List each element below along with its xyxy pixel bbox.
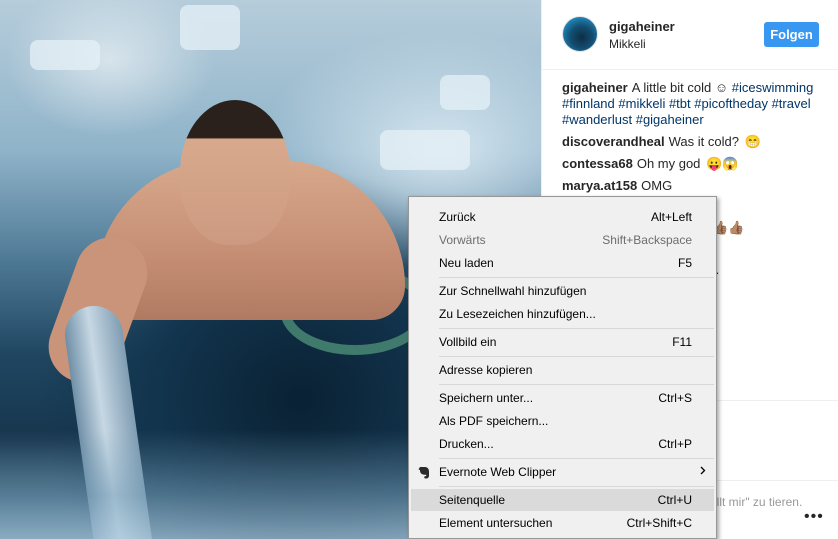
comment-text: OMG (641, 178, 673, 193)
ice-chunk (380, 130, 470, 170)
comment-emoji: 😁 (744, 134, 761, 149)
comments-list: gigaheiner A little bit cold ☺ #iceswimmi… (562, 80, 830, 200)
menu-item-inspect[interactable]: Element untersuchen Ctrl+Shift+C (411, 512, 714, 534)
menu-item-shortcut: Ctrl+Shift+C (626, 516, 692, 530)
menu-item-shortcut: Ctrl+P (658, 437, 692, 451)
menu-item-label: Adresse kopieren (439, 363, 533, 377)
menu-item-label: Evernote Web Clipper (439, 465, 557, 479)
comment-item: discoverandheal Was it cold? 😁 (562, 134, 830, 150)
post-username[interactable]: gigaheiner (609, 19, 675, 34)
ice-chunk (30, 40, 100, 70)
caption: gigaheiner A little bit cold ☺ #iceswimmi… (562, 80, 830, 128)
menu-item-shortcut: Alt+Left (650, 210, 692, 224)
menu-item-print[interactable]: Drucken... Ctrl+P (411, 433, 714, 455)
hashtag[interactable]: #finnland #mikkeli #tbt #picoftheday #tr… (562, 96, 811, 111)
menu-item-forward[interactable]: Vorwärts Shift+Backspace (411, 229, 714, 251)
post-header: gigaheiner Mikkeli Folgen (542, 0, 838, 70)
menu-item-shortcut: Ctrl+S (658, 391, 692, 405)
menu-item-fullscreen[interactable]: Vollbild ein F11 (411, 331, 714, 353)
menu-item-shortcut: Ctrl+U (657, 493, 692, 507)
hashtag[interactable]: #wanderlust #gigaheiner (562, 112, 704, 127)
comment-text: Oh my god (636, 156, 701, 171)
comment-username[interactable]: marya.at158 (562, 178, 637, 193)
comment-username[interactable]: contessa68 (562, 156, 633, 171)
comment-username[interactable]: discoverandheal (562, 134, 665, 149)
menu-separator (439, 328, 714, 329)
menu-item-label: Zur Schnellwahl hinzufügen (439, 284, 587, 298)
hashtag[interactable]: #iceswimming (732, 80, 814, 95)
menu-item-back[interactable]: Zurück Alt+Left (411, 206, 714, 228)
evernote-elephant-icon (417, 465, 431, 479)
menu-item-label: Zurück (439, 210, 476, 224)
menu-item-label: Element untersuchen (439, 516, 553, 530)
post-location[interactable]: Mikkeli (609, 37, 646, 51)
ice-chunk (440, 75, 490, 110)
menu-item-label: Speichern unter... (439, 391, 534, 405)
menu-item-shortcut: F11 (672, 335, 692, 349)
menu-item-shortcut: Shift+Backspace (602, 233, 692, 247)
menu-item-label: Drucken... (439, 437, 494, 451)
comment-item: marya.at158 OMG (562, 178, 830, 194)
menu-item-copy-address[interactable]: Adresse kopieren (411, 359, 714, 381)
swimmer-head (180, 100, 290, 245)
caption-username[interactable]: gigaheiner (562, 80, 628, 95)
menu-item-label: Vollbild ein (439, 335, 497, 349)
menu-separator (439, 277, 714, 278)
menu-item-add-speed-dial[interactable]: Zur Schnellwahl hinzufügen (411, 280, 714, 302)
menu-separator (439, 384, 714, 385)
menu-separator (439, 458, 714, 459)
submenu-arrow-icon (700, 466, 706, 478)
menu-item-label: Seitenquelle (439, 493, 506, 507)
likes-hint-text: ällt mir" zu tieren. (710, 495, 803, 509)
menu-item-add-bookmark[interactable]: Zu Lesezeichen hinzufügen... (411, 303, 714, 325)
menu-item-save-pdf[interactable]: Als PDF speichern... (411, 410, 714, 432)
menu-item-label: Als PDF speichern... (439, 414, 549, 428)
menu-separator (439, 356, 714, 357)
menu-item-shortcut: F5 (677, 256, 692, 270)
more-options-icon[interactable]: ••• (804, 508, 824, 526)
menu-separator (439, 486, 714, 487)
comment-text: Was it cold? (668, 134, 739, 149)
menu-item-reload[interactable]: Neu laden F5 (411, 252, 714, 274)
menu-item-evernote[interactable]: Evernote Web Clipper (411, 461, 714, 483)
follow-button[interactable]: Folgen (764, 22, 819, 47)
comment-emoji: 😛😱 (706, 156, 739, 171)
ice-chunk (180, 5, 240, 50)
comment-item: contessa68 Oh my god 😛😱 (562, 156, 830, 172)
menu-item-label: Neu laden (439, 256, 494, 270)
menu-item-label: Vorwärts (439, 233, 486, 247)
caption-text: A little bit cold ☺ (631, 80, 729, 95)
menu-item-view-source[interactable]: Seitenquelle Ctrl+U (411, 489, 714, 511)
menu-item-save-as[interactable]: Speichern unter... Ctrl+S (411, 387, 714, 409)
avatar[interactable] (562, 16, 598, 52)
context-menu: Zurück Alt+Left Vorwärts Shift+Backspace… (408, 196, 717, 539)
menu-item-label: Zu Lesezeichen hinzufügen... (439, 307, 596, 321)
